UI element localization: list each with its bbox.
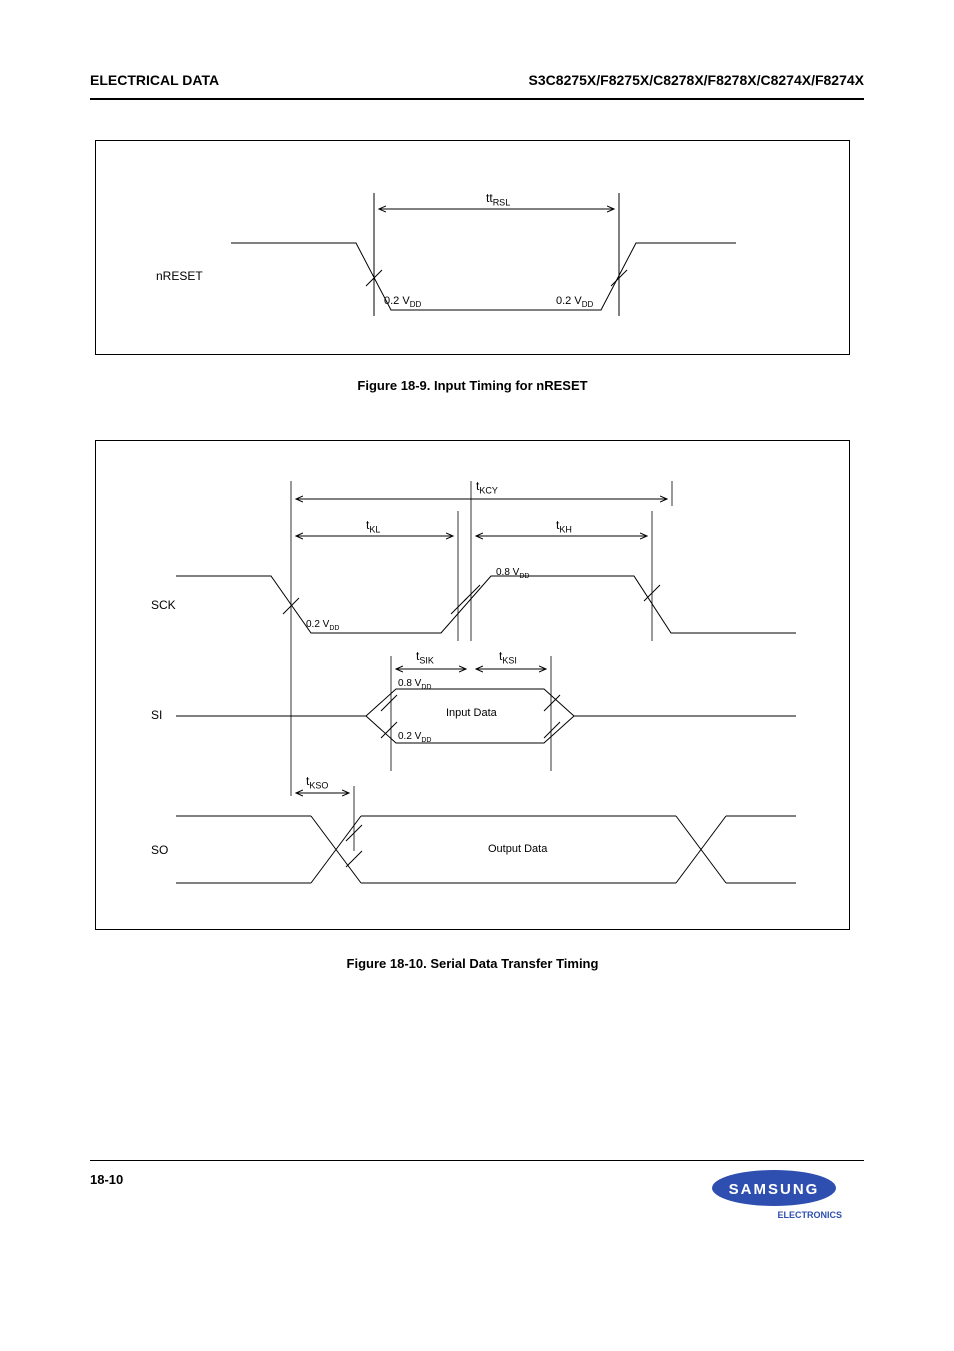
signal-name-nreset: nRESET: [156, 269, 203, 283]
figure-1-diagram: [96, 141, 851, 356]
page-header: ELECTRICAL DATA S3C8275X/F8275X/C8278X/F…: [90, 72, 864, 88]
vlow-left: 0.2 VDD: [384, 295, 421, 309]
figure-2-caption: Figure 18-10. Serial Data Transfer Timin…: [95, 956, 850, 971]
si-vl: 0.2 VDD: [398, 731, 431, 744]
figure-1-box: nRESET ttRSLtRSL 0.2 VDD 0.2 VDD: [95, 140, 850, 355]
so-data: Output Data: [488, 843, 547, 855]
figure-1-caption: Figure 18-9. Input Timing for nRESET: [95, 378, 850, 393]
page-number: 18-10: [90, 1172, 123, 1187]
figure-2-diagram: [96, 441, 851, 931]
footer-rule: [90, 1160, 864, 1161]
header-rule: [90, 98, 864, 100]
sck-vh: 0.8 VDD: [496, 567, 529, 580]
signal-si: SI: [151, 708, 162, 722]
signal-so: SO: [151, 843, 168, 857]
logo-text: SAMSUNG: [729, 1181, 820, 1198]
samsung-logo: SAMSUNG ELECTRONICS: [704, 1168, 854, 1223]
timing-tsik: tSIK: [416, 649, 434, 665]
timing-tkcy: tKCY: [476, 479, 498, 495]
si-vh: 0.8 VDD: [398, 678, 431, 691]
si-data: Input Data: [446, 707, 497, 719]
signal-sck: SCK: [151, 598, 176, 612]
timing-tksi: tKSI: [499, 649, 517, 665]
header-right: S3C8275X/F8275X/C8278X/F8278X/C8274X/F82…: [529, 72, 864, 88]
header-left: ELECTRICAL DATA: [90, 72, 219, 88]
logo-subtext: ELECTRONICS: [777, 1210, 842, 1220]
timing-trsl: ttRSLtRSL: [486, 191, 510, 207]
vlow-right: 0.2 VDD: [556, 295, 593, 309]
timing-tkl: tKL: [366, 518, 380, 534]
sck-vl: 0.2 VDD: [306, 619, 339, 632]
timing-tkso: tKSO: [306, 774, 328, 790]
figure-2-box: SCK SI SO tKCY tKL tKH tSIK tKSI tKSO 0.…: [95, 440, 850, 930]
timing-tkh: tKH: [556, 518, 572, 534]
